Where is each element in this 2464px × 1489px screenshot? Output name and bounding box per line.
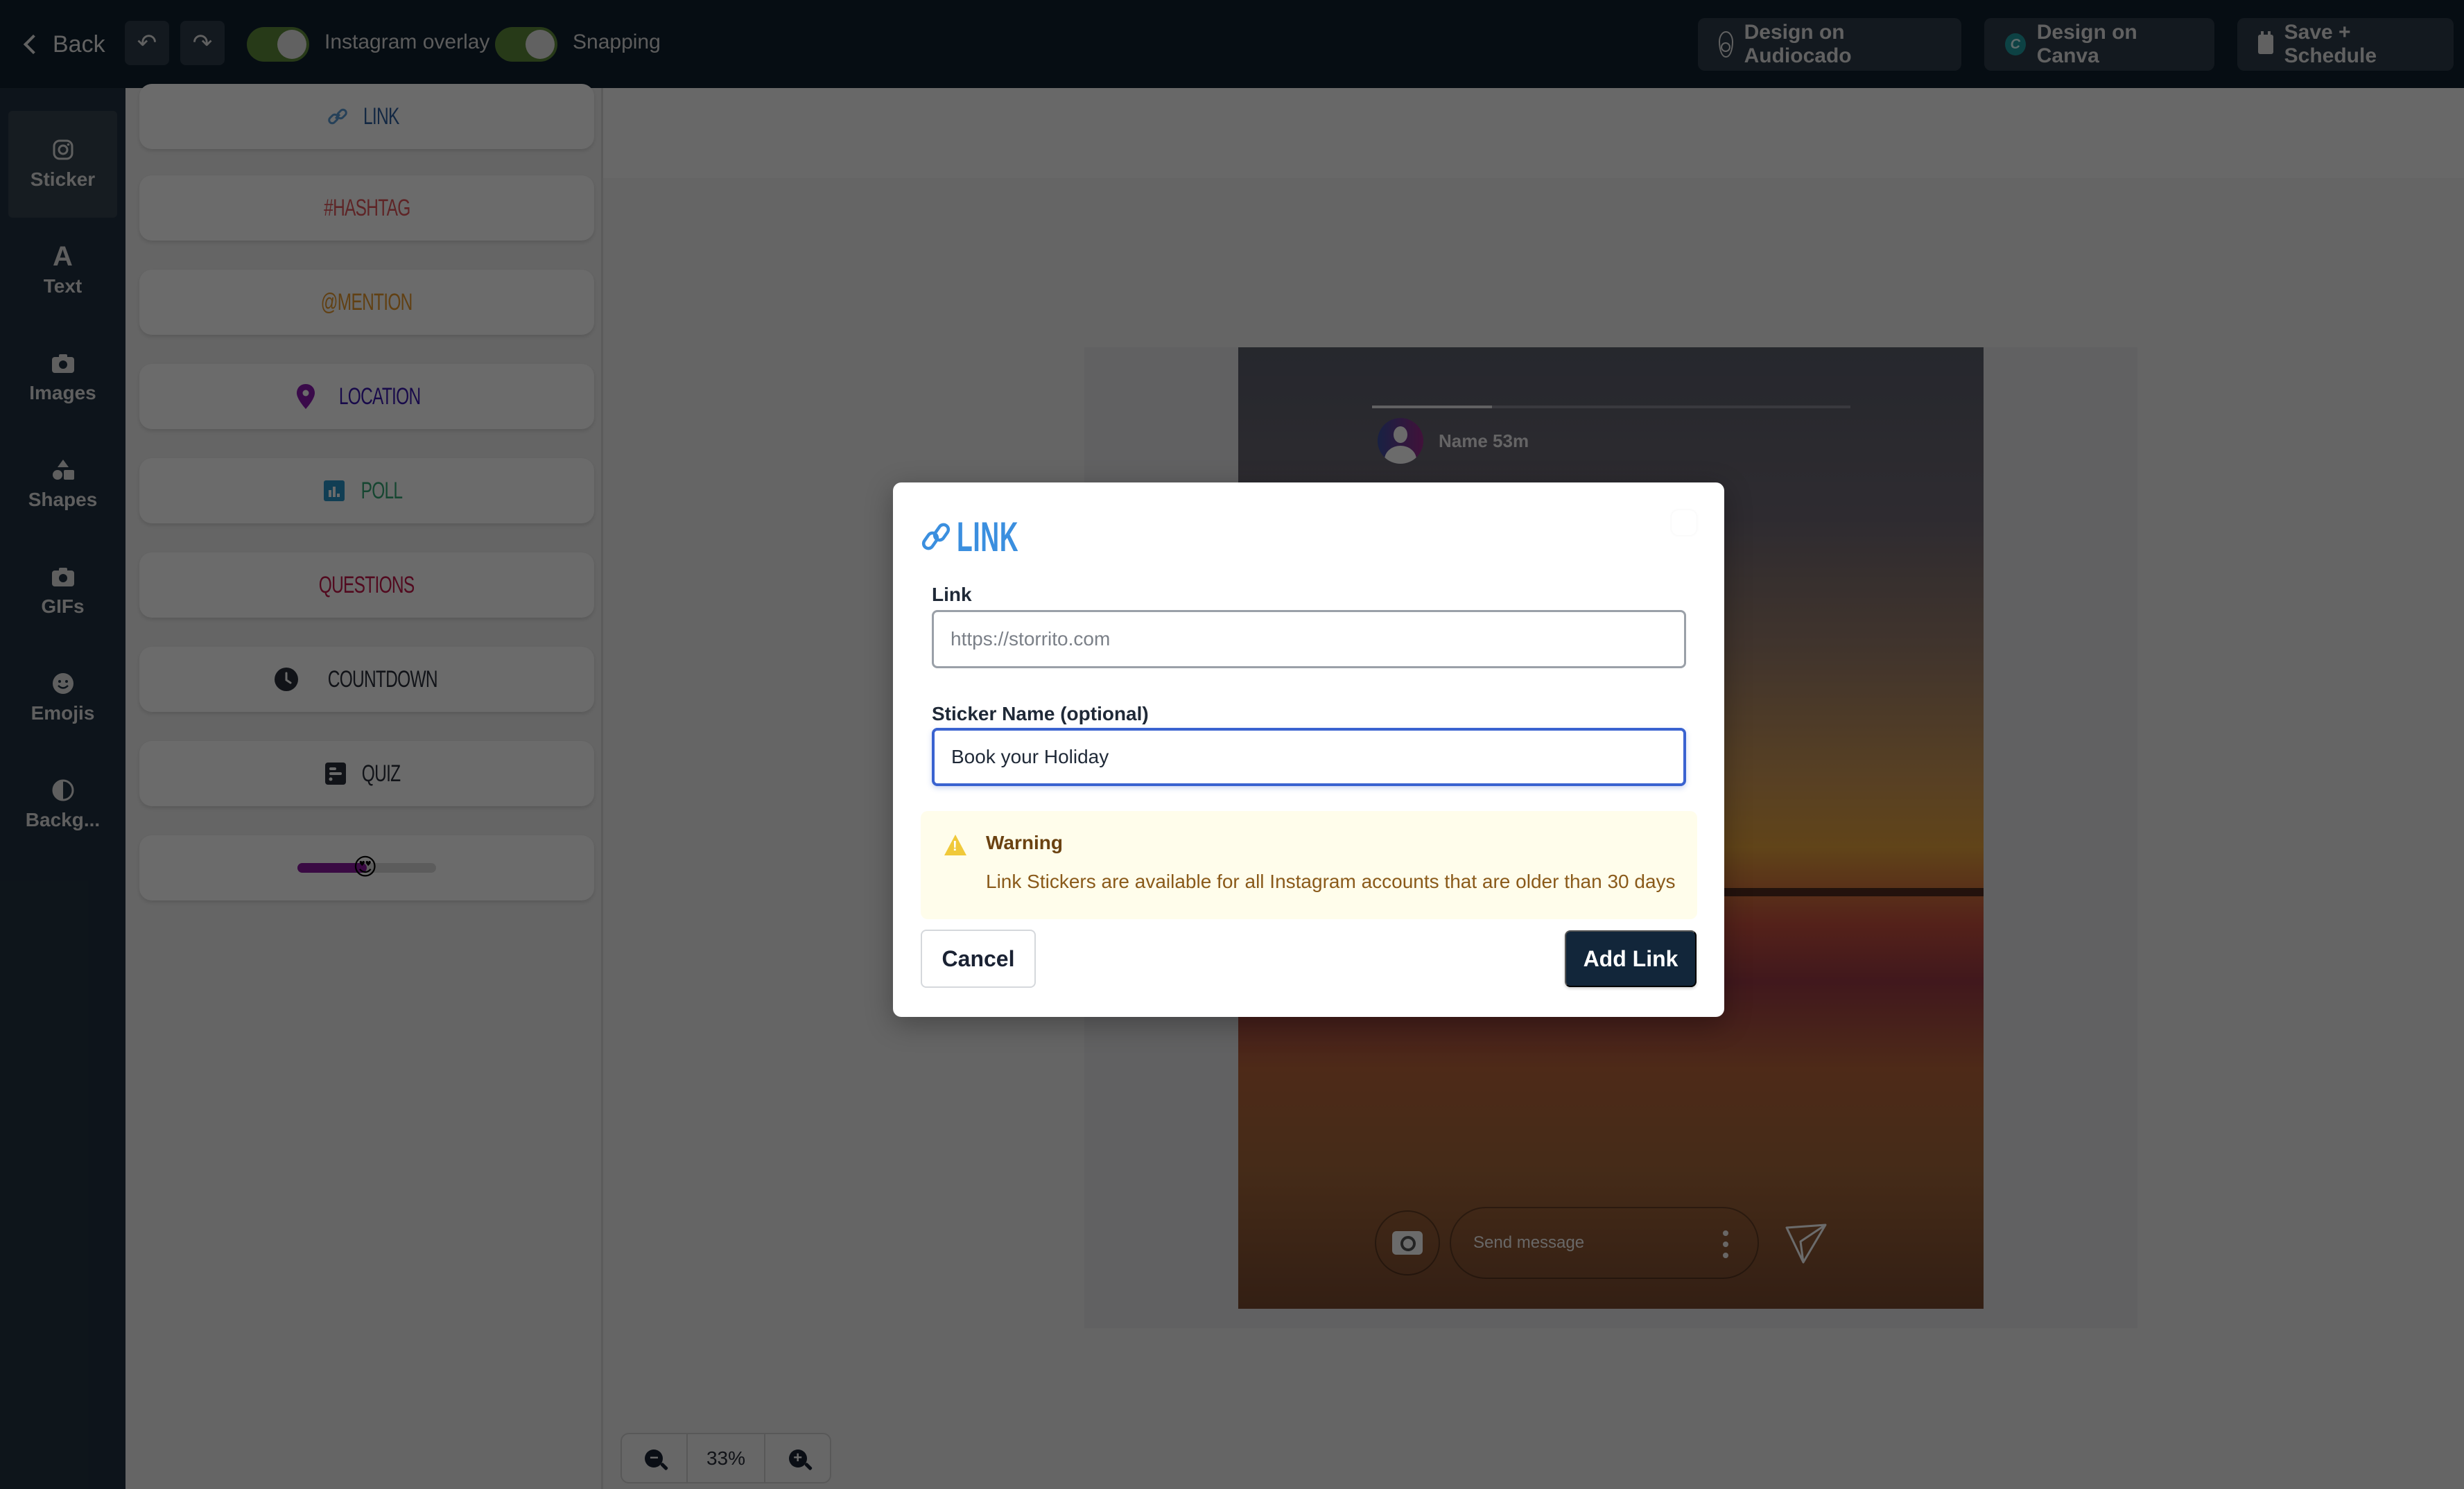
warning-text: Link Stickers are available for all Inst… <box>986 871 1676 892</box>
app-root: Back ↶ ↷ Instagram overlay Snapping Desi… <box>0 0 2464 1489</box>
sticker-name-input[interactable] <box>932 728 1686 786</box>
link-sticker-modal: LINK Link Sticker Name (optional) Warnin… <box>893 482 1724 1017</box>
warning-icon <box>944 835 966 855</box>
link-label: Link <box>932 584 972 605</box>
add-link-button[interactable]: Add Link <box>1565 930 1697 987</box>
modal-title-text: LINK <box>957 514 1019 560</box>
link-icon <box>921 523 951 550</box>
warning-alert: Warning Link Stickers are available for … <box>921 811 1697 919</box>
link-input[interactable] <box>932 610 1686 668</box>
cancel-button[interactable]: Cancel <box>921 930 1036 988</box>
sticker-name-label: Sticker Name (optional) <box>932 703 1149 724</box>
modal-title: LINK <box>921 513 1057 561</box>
close-button[interactable] <box>1672 510 1697 535</box>
warning-title: Warning <box>986 832 1063 853</box>
